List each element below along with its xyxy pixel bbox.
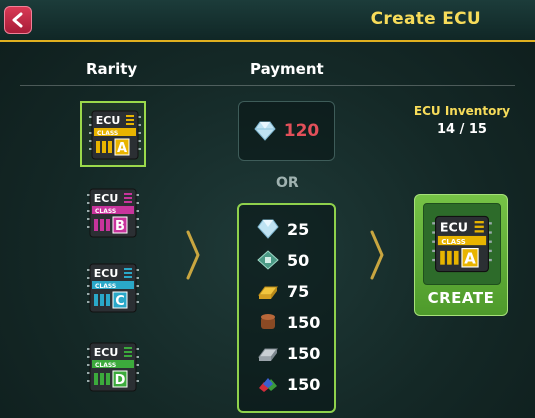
rarity-option-c[interactable]: ECU CLASS C — [80, 256, 146, 322]
payment-row-chip: 50 — [257, 248, 309, 272]
svg-text:ECU: ECU — [440, 219, 468, 234]
payment-value: 150 — [287, 312, 321, 332]
payment-column-header: Payment — [250, 60, 324, 78]
payment-row-gems: 150 — [257, 372, 320, 396]
gold-bar-icon — [258, 286, 278, 299]
ecu-chip-icon: ECU CLASS A — [89, 110, 141, 160]
svg-text:C: C — [115, 294, 125, 309]
ecu-chip-icon: ECU CLASS B — [87, 188, 139, 238]
ecu-chip-preview-icon: ECU CLASS A — [432, 215, 492, 273]
ecu-chip: ECU CLASS C — [86, 260, 140, 320]
ecu-chip: ECU CLASS D — [86, 339, 140, 399]
ecu-chip: ECU CLASS B — [86, 185, 140, 245]
page-title: Create ECU — [370, 9, 481, 29]
multi-payment-option[interactable]: 25 50 75 150 150 150 — [237, 203, 336, 413]
rarity-column-header: Rarity — [86, 60, 138, 78]
payment-value: 50 — [287, 250, 310, 270]
silver-bar-icon — [258, 348, 278, 361]
svg-text:B: B — [115, 219, 125, 234]
payment-row-gold: 75 — [257, 279, 309, 303]
svg-text:A: A — [117, 141, 127, 156]
chevron-right-icon — [370, 230, 384, 280]
svg-text:D: D — [115, 373, 126, 388]
create-preview-panel: ECU CLASS A — [423, 203, 501, 285]
svg-text:ECU: ECU — [96, 114, 121, 127]
svg-text:CLASS: CLASS — [95, 283, 116, 290]
payment-row-copper: 150 — [257, 310, 320, 334]
rarity-option-a[interactable]: ECU CLASS A — [80, 101, 146, 167]
svg-text:CLASS: CLASS — [441, 238, 465, 246]
payment-value: 150 — [287, 374, 321, 394]
payment-value: 25 — [287, 219, 310, 239]
svg-text:ECU: ECU — [94, 192, 119, 205]
back-arrow-icon — [12, 12, 23, 28]
rarity-option-b[interactable]: ECU CLASS B — [80, 181, 146, 247]
diamond-icon — [254, 121, 276, 141]
header-divider — [20, 85, 515, 86]
svg-text:A: A — [464, 250, 476, 268]
single-payment-value: 120 — [283, 121, 320, 141]
gems-icon — [259, 378, 277, 392]
inventory-label: ECU Inventory — [413, 104, 511, 118]
payment-value: 150 — [287, 343, 321, 363]
rarity-option-d[interactable]: ECU CLASS D — [80, 335, 146, 401]
svg-text:ECU: ECU — [94, 267, 119, 280]
chevron-right-icon — [186, 230, 200, 280]
svg-text:CLASS: CLASS — [95, 208, 116, 215]
payment-value: 75 — [287, 281, 310, 301]
svg-text:CLASS: CLASS — [97, 130, 118, 137]
create-button[interactable]: ECU CLASS A CREATE — [414, 194, 508, 316]
payment-row-silver: 150 — [257, 341, 320, 365]
or-label: OR — [276, 175, 299, 191]
ecu-chip: ECU CLASS A — [88, 107, 142, 167]
diamond-icon — [257, 219, 279, 239]
inventory-count: 14 / 15 — [437, 122, 487, 137]
svg-text:CLASS: CLASS — [95, 362, 116, 369]
circuit-chip-icon — [257, 250, 279, 270]
copper-icon — [261, 314, 275, 329]
top-bar: Create ECU — [0, 0, 535, 42]
single-payment-option[interactable]: 120 — [238, 101, 335, 161]
payment-row-diamond: 25 — [257, 217, 309, 241]
ecu-chip-icon: ECU CLASS C — [87, 263, 139, 313]
ecu-chip-icon: ECU CLASS A — [432, 215, 492, 273]
back-button[interactable] — [4, 6, 32, 34]
svg-text:ECU: ECU — [94, 346, 119, 359]
ecu-chip-icon: ECU CLASS D — [87, 342, 139, 392]
create-button-label: CREATE — [427, 289, 495, 307]
